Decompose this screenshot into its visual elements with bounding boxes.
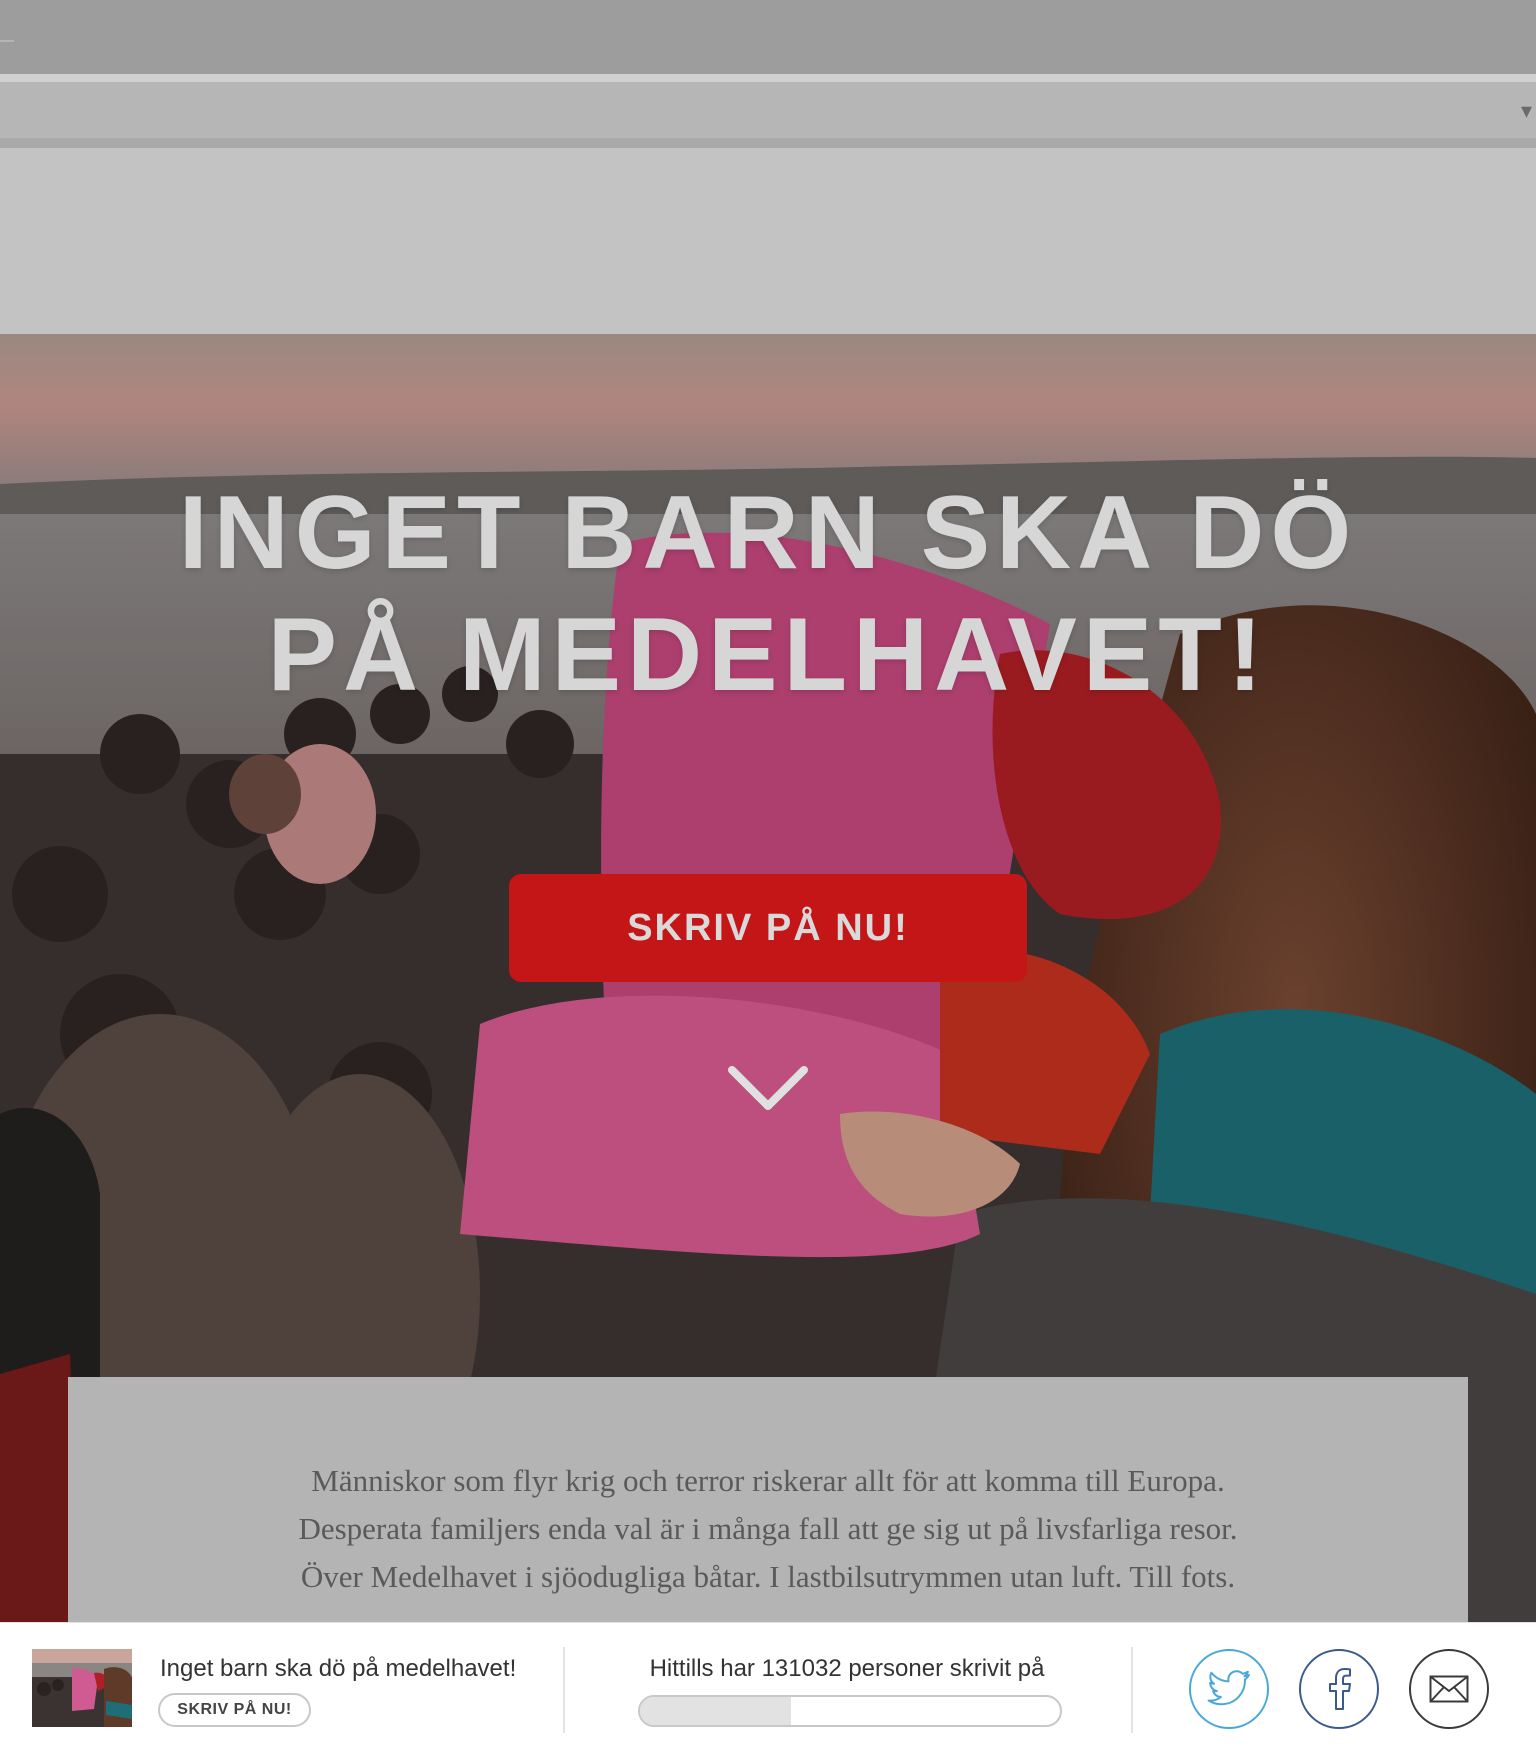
intro-line: Desperata familjers enda val är i många … (298, 1511, 1238, 1546)
sign-now-small-button[interactable]: SKRIV PÅ NU! (158, 1693, 311, 1727)
sticky-petition-bar: Inget barn ska dö på medelhavet! SKRIV P… (0, 1622, 1536, 1757)
facebook-icon (1329, 1668, 1351, 1710)
hero-title: INGET BARN SKA DÖ PÅ MEDELHAVET! (0, 472, 1536, 716)
signature-progress-fill (640, 1697, 792, 1725)
browser-address-bar-edge (0, 138, 1536, 148)
divider (1131, 1647, 1133, 1733)
mail-icon (1429, 1675, 1469, 1703)
browser-chrome-top (0, 0, 1536, 74)
intro-card: Människor som flyr krig och terror riske… (68, 1377, 1468, 1637)
petition-title: Inget barn ska dö på medelhavet! (160, 1655, 517, 1682)
twitter-icon (1207, 1670, 1250, 1706)
campaign-thumbnail[interactable] (32, 1649, 132, 1727)
share-facebook-button[interactable] (1299, 1649, 1379, 1729)
hero-title-line1: INGET BARN SKA DÖ (178, 475, 1358, 591)
intro-line: Människor som flyr krig och terror riske… (311, 1463, 1225, 1498)
browser-chrome-divider (0, 74, 1536, 82)
browser-tab-edge (0, 40, 14, 62)
signature-counter: Hittills har 131032 personer skrivit på (649, 1655, 1045, 1682)
intro-text: Människor som flyr krig och terror riske… (68, 1457, 1468, 1601)
hero-title-line2: PÅ MEDELHAVET! (267, 597, 1269, 713)
sign-now-button[interactable]: SKRIV PÅ NU! (509, 874, 1027, 982)
browser-address-bar (0, 82, 1536, 138)
share-twitter-button[interactable] (1189, 1649, 1269, 1729)
chevron-down-icon[interactable] (726, 1064, 810, 1114)
share-mail-button[interactable] (1409, 1649, 1489, 1729)
signature-progress-bar (638, 1695, 1062, 1727)
intro-line: Över Medelhavet i sjöodugliga båtar. I l… (300, 1559, 1236, 1594)
chevron-down-icon: ▾ (1520, 98, 1532, 123)
page-header-area (0, 148, 1536, 334)
